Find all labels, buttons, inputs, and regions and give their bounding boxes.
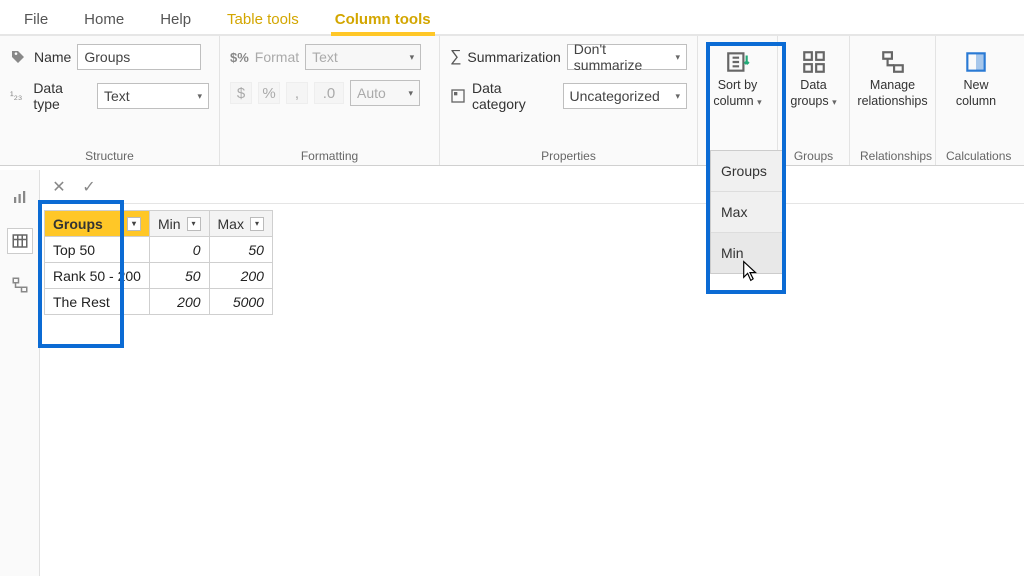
thousands-button[interactable]: , bbox=[286, 82, 308, 104]
cell-min: 50 bbox=[149, 263, 209, 289]
ribbon-group-properties: ∑ Summarization Don't summarize▾ Data ca… bbox=[440, 36, 698, 165]
ribbon-group-structure: Name Groups ¹₂₃ Data type Text▾ Structur… bbox=[0, 36, 220, 165]
format-icon: $% bbox=[230, 50, 249, 65]
sort-by-column-menu: Groups Max Min bbox=[710, 150, 786, 274]
ribbon-group-relationships: Manage relationships Relationships bbox=[850, 36, 936, 165]
data-view-button[interactable] bbox=[7, 228, 33, 254]
ribbon-group-formatting: $% Format Text▾ $ % , .0 Auto▾ Formatti bbox=[220, 36, 440, 165]
data-groups-button[interactable]: Data groups ▾ bbox=[788, 44, 839, 111]
cell-max: 5000 bbox=[209, 289, 272, 315]
column-filter-icon[interactable]: ▾ bbox=[187, 217, 201, 231]
datatype-icon: ¹₂₃ bbox=[10, 90, 27, 102]
name-label: Name bbox=[34, 49, 71, 65]
percent-button[interactable]: % bbox=[258, 82, 280, 104]
model-view-button[interactable] bbox=[7, 272, 33, 298]
table-row[interactable]: The Rest 200 5000 bbox=[45, 289, 273, 315]
new-column-icon bbox=[960, 46, 992, 78]
group-label-relationships: Relationships bbox=[860, 145, 925, 163]
ribbon-group-groups: Data groups ▾ Groups bbox=[778, 36, 850, 165]
column-header-groups[interactable]: Groups ▾ bbox=[45, 211, 150, 237]
tab-home[interactable]: Home bbox=[66, 3, 142, 34]
group-label-properties: Properties bbox=[450, 145, 687, 163]
column-filter-icon[interactable]: ▾ bbox=[127, 217, 141, 231]
group-label-structure: Structure bbox=[10, 145, 209, 163]
commit-formula-button[interactable]: ✓ bbox=[78, 176, 100, 198]
cell-max: 50 bbox=[209, 237, 272, 263]
cell-group: Rank 50 - 200 bbox=[45, 263, 150, 289]
datacategory-label: Data category bbox=[472, 80, 557, 112]
cell-max: 200 bbox=[209, 263, 272, 289]
tab-help[interactable]: Help bbox=[142, 3, 209, 34]
sort-menu-item-max[interactable]: Max bbox=[711, 191, 785, 232]
format-select[interactable]: Text▾ bbox=[305, 44, 421, 70]
cell-min: 0 bbox=[149, 237, 209, 263]
column-header-min[interactable]: Min ▾ bbox=[149, 211, 209, 237]
relationships-icon bbox=[877, 46, 909, 78]
data-grid: Groups ▾ Min ▾ Max ▾ bbox=[44, 210, 273, 315]
column-header-max[interactable]: Max ▾ bbox=[209, 211, 272, 237]
datacategory-select[interactable]: Uncategorized▾ bbox=[563, 83, 688, 109]
sort-by-column-button[interactable]: Sort by column ▾ bbox=[708, 44, 767, 111]
table-row[interactable]: Rank 50 - 200 50 200 bbox=[45, 263, 273, 289]
group-label-groups: Groups bbox=[788, 145, 839, 163]
currency-button[interactable]: $ bbox=[230, 82, 252, 104]
sort-icon bbox=[722, 46, 754, 78]
group-label-calculations: Calculations bbox=[946, 145, 1006, 163]
report-view-button[interactable] bbox=[7, 184, 33, 210]
datatype-label: Data type bbox=[33, 80, 91, 112]
cell-group: Top 50 bbox=[45, 237, 150, 263]
summarization-label: Summarization bbox=[467, 49, 560, 65]
table-row[interactable]: Top 50 0 50 bbox=[45, 237, 273, 263]
summarization-select[interactable]: Don't summarize▾ bbox=[567, 44, 687, 70]
tab-file[interactable]: File bbox=[6, 3, 66, 34]
ribbon: Name Groups ¹₂₃ Data type Text▾ Structur… bbox=[0, 36, 1024, 166]
column-filter-icon[interactable]: ▾ bbox=[250, 217, 264, 231]
data-groups-icon bbox=[798, 46, 830, 78]
ribbon-group-calculations: New column Calculations bbox=[936, 36, 1016, 165]
cancel-formula-button[interactable]: ✕ bbox=[48, 176, 70, 198]
tab-column-tools[interactable]: Column tools bbox=[317, 3, 449, 34]
ribbon-tab-strip: File Home Help Table tools Column tools bbox=[0, 0, 1024, 36]
cell-group: The Rest bbox=[45, 289, 150, 315]
category-icon bbox=[450, 88, 466, 104]
sort-menu-item-groups[interactable]: Groups bbox=[711, 151, 785, 191]
formula-bar: ✕ ✓ bbox=[40, 170, 1024, 204]
view-rail bbox=[0, 170, 40, 576]
new-column-button[interactable]: New column bbox=[946, 44, 1006, 111]
sigma-icon: ∑ bbox=[450, 48, 461, 66]
cell-min: 200 bbox=[149, 289, 209, 315]
tag-icon bbox=[10, 49, 28, 65]
format-label: Format bbox=[255, 49, 299, 65]
datatype-select[interactable]: Text▾ bbox=[97, 83, 209, 109]
sort-menu-item-min[interactable]: Min bbox=[711, 232, 785, 273]
name-input[interactable]: Groups bbox=[77, 44, 201, 70]
tab-table-tools[interactable]: Table tools bbox=[209, 3, 317, 34]
ribbon-group-sort: Sort by column ▾ Sort bbox=[698, 36, 778, 165]
auto-decimals-select[interactable]: Auto▾ bbox=[350, 80, 420, 106]
decimal-button[interactable]: .0 bbox=[314, 82, 344, 104]
manage-relationships-button[interactable]: Manage relationships bbox=[855, 44, 929, 111]
group-label-formatting: Formatting bbox=[230, 145, 429, 163]
